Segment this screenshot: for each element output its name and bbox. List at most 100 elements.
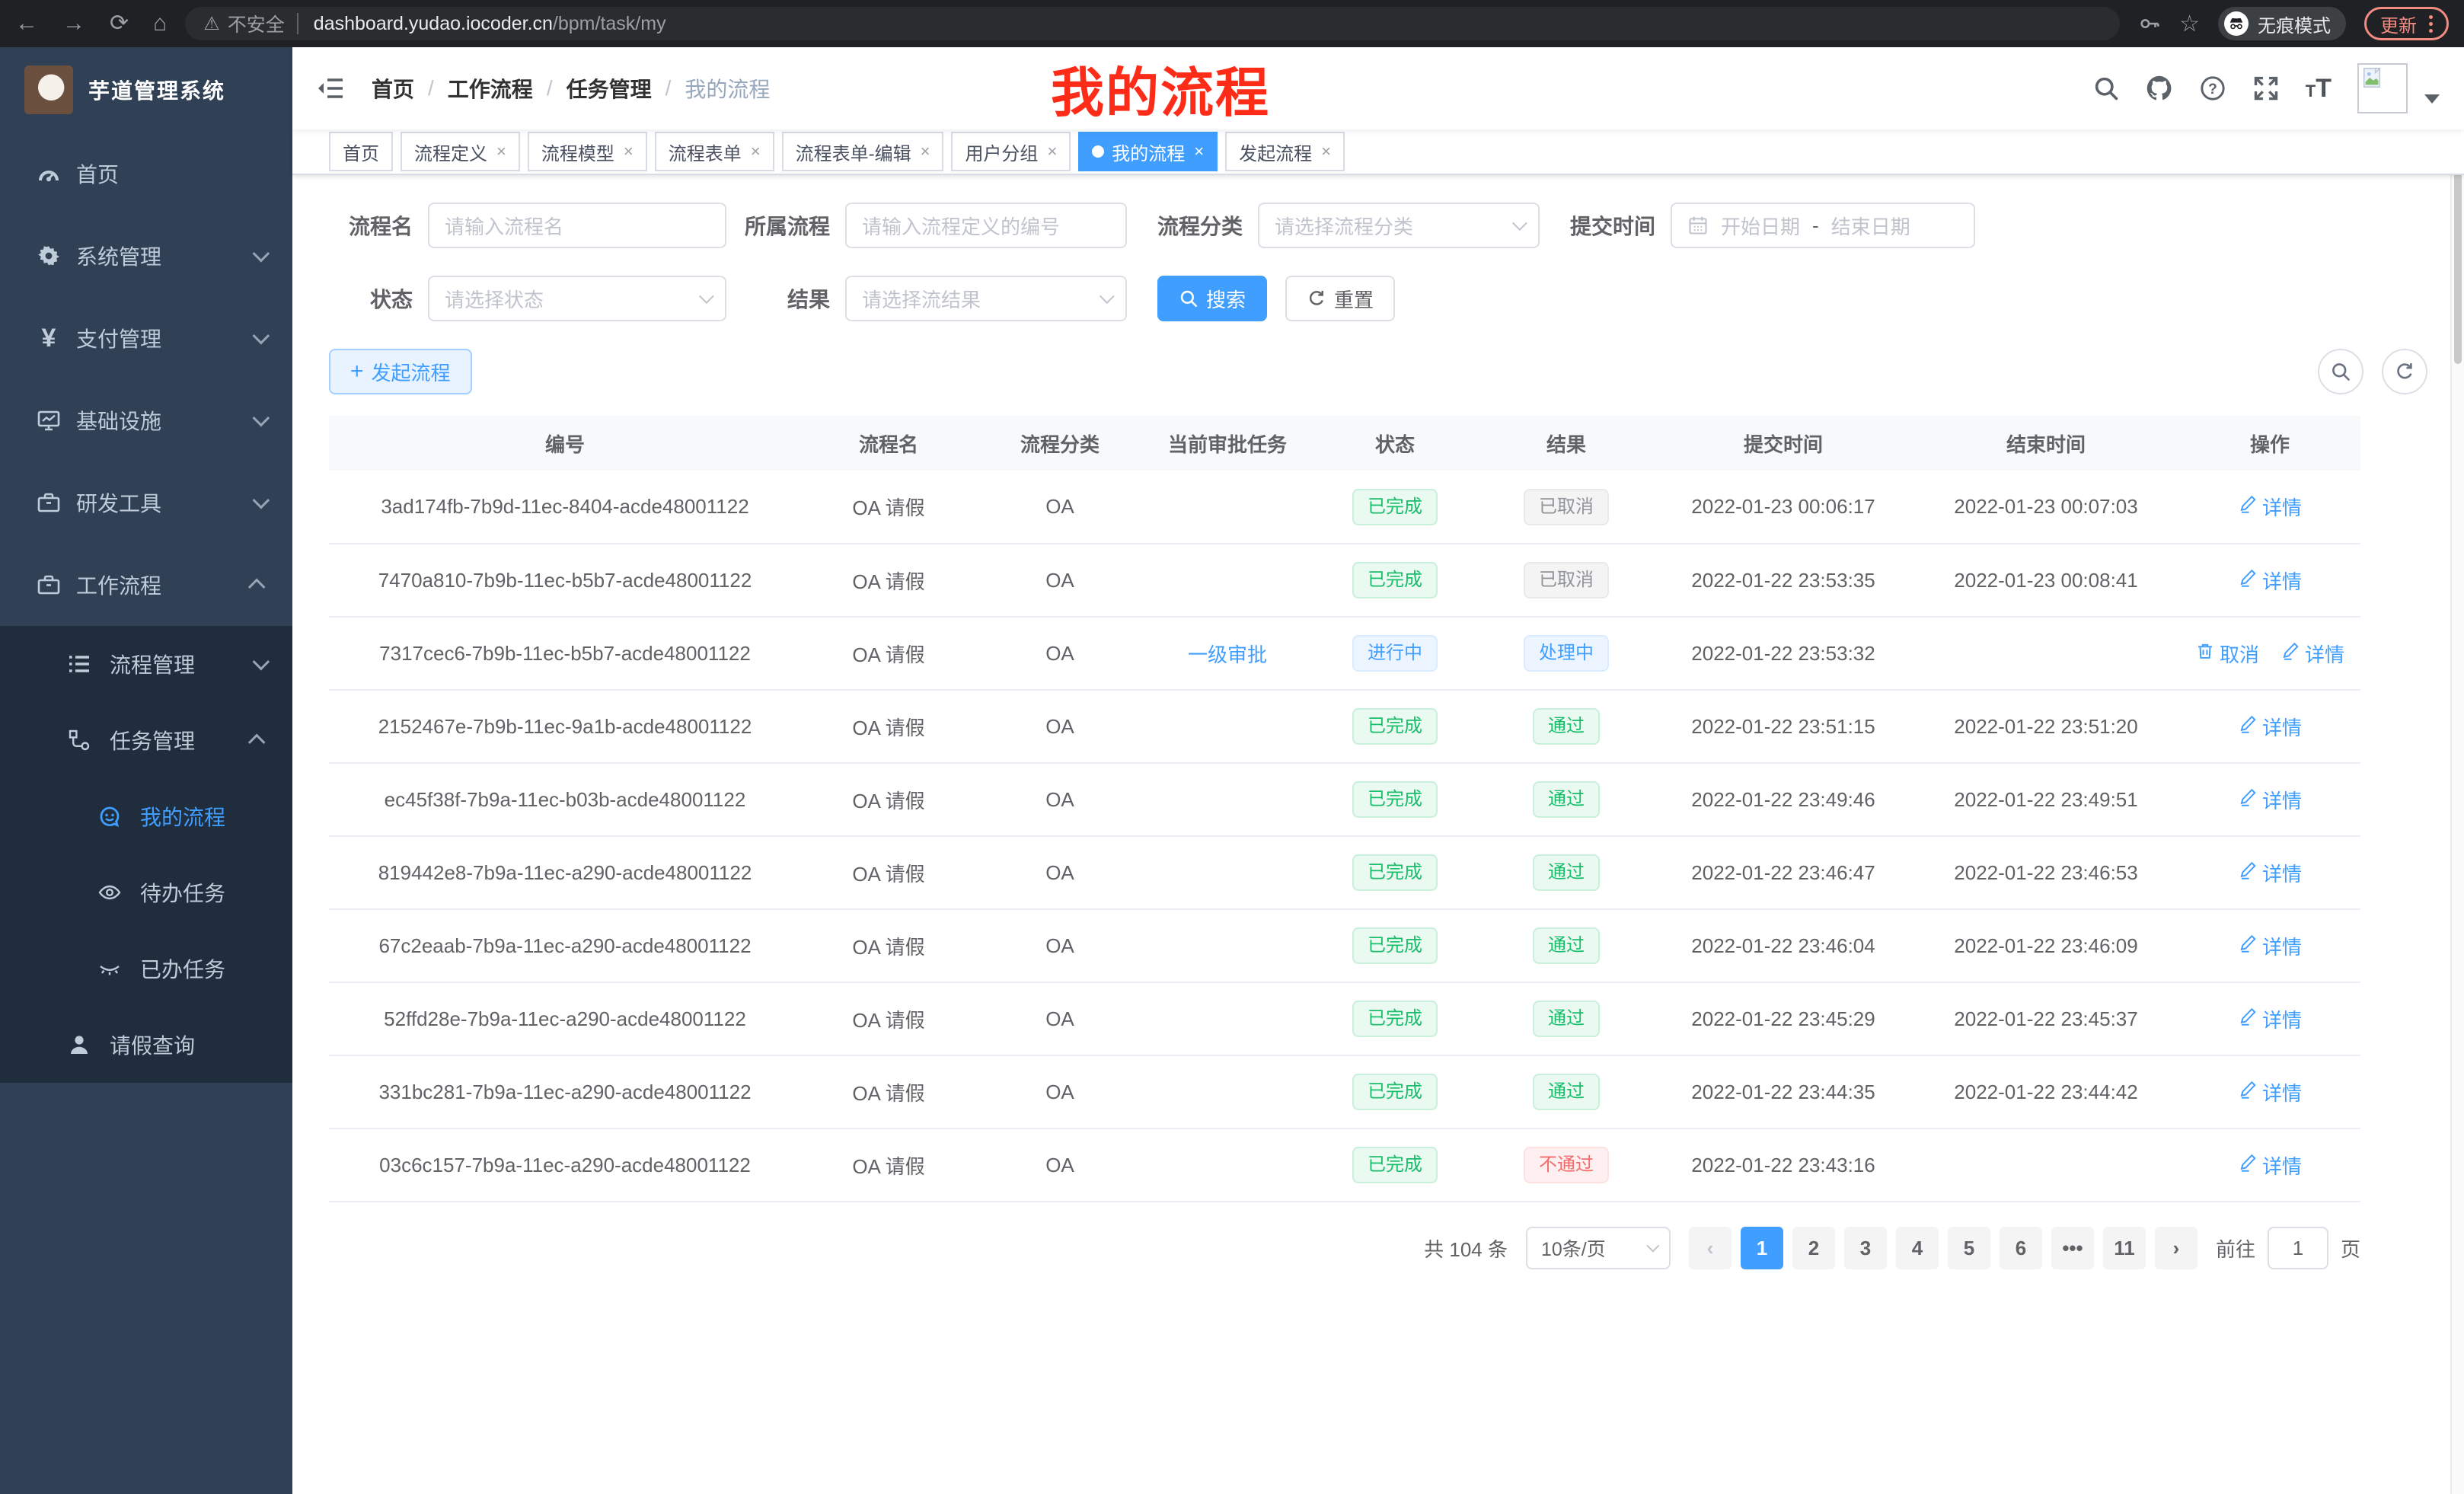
- status-select[interactable]: 请选择状态: [428, 276, 726, 321]
- tab-start-process[interactable]: 发起流程×: [1225, 132, 1345, 171]
- password-key-icon[interactable]: [2138, 12, 2161, 35]
- sidebar-item-task-mgmt[interactable]: 任务管理: [0, 702, 292, 778]
- close-icon[interactable]: ×: [624, 143, 634, 160]
- reset-button[interactable]: 重置: [1285, 276, 1395, 321]
- detail-link[interactable]: 详情: [2238, 859, 2302, 887]
- cell-submit-time: 2022-01-23 00:06:17: [1654, 471, 1913, 544]
- tab-user-group[interactable]: 用户分组 ×: [951, 132, 1071, 171]
- toggle-search-button[interactable]: [2318, 349, 2363, 394]
- fullscreen-icon[interactable]: [2252, 75, 2280, 102]
- pager-page-11[interactable]: 11: [2103, 1227, 2146, 1269]
- cell-process-name: OA 请假: [801, 982, 976, 1055]
- process-name-input[interactable]: 请输入流程名: [428, 203, 726, 248]
- row-operations: 详情: [2238, 1078, 2302, 1106]
- operation-label: 详情: [2262, 1078, 2302, 1106]
- breadcrumb-item[interactable]: 首页: [372, 73, 414, 104]
- github-icon[interactable]: [2146, 75, 2173, 102]
- browser-forward-icon[interactable]: →: [62, 12, 85, 35]
- bookmark-star-icon[interactable]: ☆: [2179, 11, 2200, 37]
- close-icon[interactable]: ×: [1194, 143, 1204, 160]
- detail-link[interactable]: 详情: [2238, 567, 2302, 595]
- pager-page-6[interactable]: 6: [2000, 1227, 2042, 1269]
- pager-page-5[interactable]: 5: [1948, 1227, 1990, 1269]
- detail-link[interactable]: 详情: [2238, 713, 2302, 741]
- create-process-button[interactable]: + 发起流程: [329, 349, 472, 394]
- search-icon[interactable]: [2092, 75, 2120, 102]
- sidebar-item-payment[interactable]: ¥支付管理: [0, 297, 292, 379]
- detail-link[interactable]: 详情: [2238, 1005, 2302, 1033]
- close-icon[interactable]: ×: [1047, 143, 1057, 160]
- page-size-select[interactable]: 10条/页: [1526, 1227, 1671, 1269]
- tab-label: 流程表单: [669, 139, 742, 165]
- detail-link[interactable]: 详情: [2238, 493, 2302, 521]
- help-icon[interactable]: ?: [2199, 75, 2226, 102]
- detail-link[interactable]: 详情: [2238, 932, 2302, 960]
- pager-prev-icon[interactable]: ‹: [1689, 1227, 1732, 1269]
- refresh-table-button[interactable]: [2382, 349, 2427, 394]
- browser-menu-icon[interactable]: [2429, 15, 2433, 33]
- sidebar-item-workflow[interactable]: 工作流程: [0, 544, 292, 626]
- sidebar-item-devtools[interactable]: 研发工具: [0, 461, 292, 544]
- jump-page-input[interactable]: [2268, 1227, 2328, 1269]
- eye-open-icon: [97, 880, 122, 905]
- tab-home[interactable]: 首页: [329, 132, 393, 171]
- cell-result: 通过: [1479, 690, 1654, 763]
- category-select[interactable]: 请选择流程分类: [1258, 203, 1540, 248]
- pager-page-4[interactable]: 4: [1896, 1227, 1939, 1269]
- result-tag: 通过: [1533, 708, 1600, 745]
- breadcrumb-item[interactable]: 工作流程: [448, 73, 533, 104]
- close-icon[interactable]: ×: [1321, 143, 1331, 160]
- tab-process-form[interactable]: 流程表单 ×: [655, 132, 774, 171]
- submit-time-range[interactable]: 开始日期 - 结束日期: [1671, 203, 1975, 248]
- pager-page-2[interactable]: 2: [1792, 1227, 1835, 1269]
- sidebar-item-leave-query[interactable]: 请假查询: [0, 1007, 292, 1083]
- app-logo-row[interactable]: 芋道管理系统: [0, 47, 292, 132]
- result-tag: 通过: [1533, 1074, 1600, 1110]
- cell-process-name: OA 请假: [801, 909, 976, 982]
- tab-process-model[interactable]: 流程模型×: [528, 132, 647, 171]
- cell-status: 已完成: [1311, 763, 1479, 836]
- pager-page-3[interactable]: 3: [1844, 1227, 1887, 1269]
- close-icon[interactable]: ×: [921, 143, 930, 160]
- sidebar-item-infra[interactable]: 基础设施: [0, 379, 292, 461]
- pager-page-1[interactable]: 1: [1741, 1227, 1783, 1269]
- gear-icon: [37, 244, 61, 268]
- avatar[interactable]: [2357, 63, 2408, 113]
- cancel-link[interactable]: 取消: [2195, 640, 2259, 668]
- close-icon[interactable]: ×: [751, 143, 761, 160]
- detail-link[interactable]: 详情: [2238, 1151, 2302, 1180]
- result-select[interactable]: 请选择流结果: [845, 276, 1127, 321]
- cell-process-id: 3ad174fb-7b9d-11ec-8404-acde48001122: [329, 471, 801, 544]
- sidebar-item-my-process[interactable]: 我的流程: [0, 778, 292, 854]
- tab-process-def[interactable]: 流程定义×: [401, 132, 520, 171]
- detail-link[interactable]: 详情: [2280, 640, 2344, 668]
- breadcrumb-item[interactable]: 任务管理: [567, 73, 652, 104]
- search-button[interactable]: 搜索: [1157, 276, 1267, 321]
- chrome-update-button[interactable]: 更新: [2364, 7, 2449, 40]
- pagination-total: 共 104 条: [1424, 1234, 1508, 1263]
- process-definition-input[interactable]: 请输入流程定义的编号: [845, 203, 1127, 248]
- sidebar-item-system[interactable]: 系统管理: [0, 215, 292, 297]
- avatar-dropdown-icon[interactable]: [2424, 94, 2440, 104]
- sidebar-item-home[interactable]: 首页: [0, 132, 292, 215]
- sidebar-item-todo-task[interactable]: 待办任务: [0, 854, 292, 931]
- browser-home-icon[interactable]: ⌂: [153, 12, 167, 35]
- close-icon[interactable]: ×: [496, 143, 506, 160]
- font-size-icon[interactable]: TT: [2306, 74, 2332, 104]
- browser-reload-icon[interactable]: ⟳: [110, 12, 129, 35]
- pager-ellipsis[interactable]: •••: [2051, 1227, 2094, 1269]
- tab-my-process[interactable]: 我的流程×: [1078, 132, 1218, 171]
- sidebar-item-process-mgmt[interactable]: 流程管理: [0, 626, 292, 702]
- detail-link[interactable]: 详情: [2238, 786, 2302, 814]
- detail-link[interactable]: 详情: [2238, 1078, 2302, 1106]
- tab-label: 用户分组: [965, 139, 1038, 165]
- browser-back-icon[interactable]: ←: [15, 12, 38, 35]
- current-task-link[interactable]: 一级审批: [1188, 640, 1267, 668]
- page-scrollbar[interactable]: [2450, 47, 2464, 1494]
- tab-process-form-edit[interactable]: 流程表单-编辑×: [782, 132, 944, 171]
- tree-icon: [67, 728, 91, 752]
- pager-next-icon[interactable]: ›: [2155, 1227, 2197, 1269]
- sidebar-toggle-icon[interactable]: [317, 76, 344, 101]
- address-bar[interactable]: ⚠ 不安全 dashboard.yudao.iocoder.cn/bpm/tas…: [185, 7, 2120, 40]
- sidebar-item-done-task[interactable]: 已办任务: [0, 931, 292, 1007]
